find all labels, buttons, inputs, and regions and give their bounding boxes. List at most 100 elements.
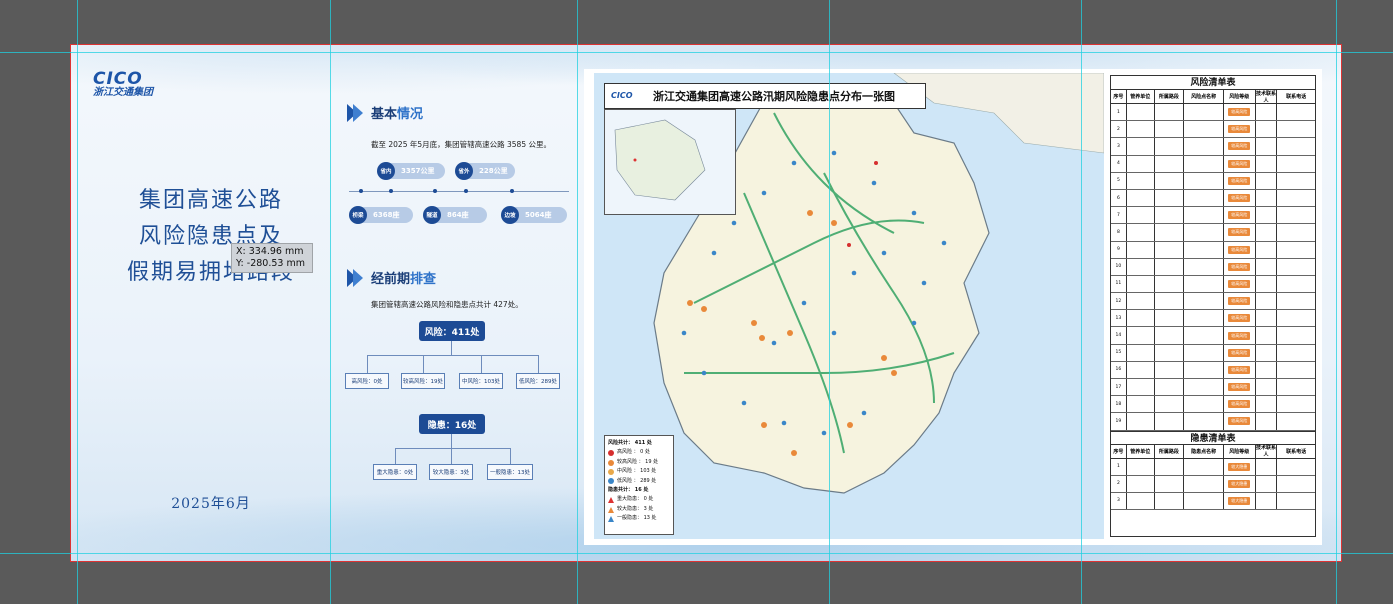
guide-line-vertical[interactable] [77,0,78,604]
table-row[interactable]: 11 较高风险 [1111,275,1315,294]
table-row[interactable]: 5 较高风险 [1111,172,1315,190]
section-heading-survey[interactable]: 经前期排查 [347,268,436,287]
stat-value: 228公里 [479,167,508,175]
guide-line-vertical[interactable] [1336,0,1337,604]
table-header-cell: 技术联系人 [1255,444,1278,459]
risk-level-box[interactable]: 中风险：103处 [459,373,503,389]
stat-icon: 边坡 [501,206,519,224]
table-row[interactable]: 1 较大隐患 [1111,458,1315,476]
row-number: 8 [1111,224,1127,241]
table-cell [1127,293,1155,310]
table-cell [1277,476,1315,492]
table-row[interactable]: 4 较高风险 [1111,155,1315,173]
table-cell [1155,224,1185,241]
artboard[interactable]: CICO 浙江交通集团 集团高速公路 风险隐患点及 假期易拥堵路段 X: 334… [70,44,1342,562]
risk-table-header: 序号 管养单位 所属路段 风险点名称 风险等级 技术联系人 联系电话 [1111,90,1315,104]
table-row[interactable]: 17 较高风险 [1111,379,1315,397]
level-cell: 较高风险 [1224,344,1256,361]
risk-tables[interactable]: 风险清单表 序号 管养单位 所属路段 风险点名称 风险等级 技术联系人 联系电话… [1110,75,1316,537]
row-number: 2 [1111,121,1127,138]
table-header-cell: 所属路段 [1155,444,1185,458]
table-cell [1256,327,1278,344]
survey-paragraph[interactable]: 集团管辖高速公路风险和隐患点共计 427处。 [371,299,523,310]
guide-line-horizontal[interactable] [0,553,1393,554]
table-row[interactable]: 3 较大隐患 [1111,492,1315,510]
risk-level-box[interactable]: 低风险：289处 [516,373,560,389]
hazard-level-box[interactable]: 一般隐患：13处 [487,464,533,480]
risk-total-box[interactable]: 风险：411处 [419,321,485,341]
timeline-dot [359,189,363,193]
table-row[interactable]: 13 较高风险 [1111,310,1315,328]
company-logo: CICO 浙江交通集团 [93,71,173,99]
level-cell: 较高风险 [1224,293,1256,310]
table-cell [1184,275,1224,293]
row-number: 7 [1111,207,1127,224]
risk-map-card[interactable]: CICO 浙江交通集团高速公路汛期风险隐患点分布一张图 风险共计： 411 处 … [584,69,1322,545]
row-number: 19 [1111,413,1127,430]
risk-level-box[interactable]: 高风险：0处 [345,373,389,389]
table-row[interactable]: 18 较高风险 [1111,396,1315,414]
table-cell [1155,293,1185,310]
level-badge: 较高风险 [1228,331,1251,340]
hazard-level-box[interactable]: 较大隐患：3处 [429,464,473,480]
table-cell [1155,361,1185,378]
table-row[interactable]: 7 较高风险 [1111,207,1315,225]
guide-line-vertical[interactable] [829,0,830,604]
table-row[interactable]: 1 较高风险 [1111,104,1315,122]
table-header-cell: 所属路段 [1155,90,1185,103]
table-row[interactable]: 3 较高风险 [1111,138,1315,156]
table-cell [1256,475,1278,492]
table-row[interactable]: 9 较高风险 [1111,241,1315,259]
cover-title[interactable]: 集团高速公路 风险隐患点及 假期易拥堵路段 [101,183,321,291]
risk-level-box[interactable]: 较高风险：19处 [401,373,445,389]
map-canvas[interactable]: CICO 浙江交通集团高速公路汛期风险隐患点分布一张图 风险共计： 411 处 … [594,73,1104,539]
table-row[interactable]: 10 较高风险 [1111,258,1315,276]
table-row[interactable]: 6 较高风险 [1111,189,1315,208]
table-cell [1277,396,1315,412]
level-badge: 较高风险 [1228,211,1251,220]
table-row[interactable]: 12 较高风险 [1111,293,1315,311]
hazard-level-box[interactable]: 重大隐患：0处 [373,464,417,480]
row-number: 10 [1111,258,1127,275]
level-badge: 较高风险 [1228,417,1251,426]
cover-date[interactable]: 2025年6月 [131,493,291,513]
guide-line-vertical[interactable] [330,0,331,604]
table-cell [1277,138,1315,154]
row-number: 2 [1111,475,1127,492]
table-row[interactable]: 2 较高风险 [1111,121,1315,139]
guide-line-vertical[interactable] [1081,0,1082,604]
basic-paragraph[interactable]: 截至 2025 年5月底，集团管辖高速公路 3585 公里。 [371,139,551,150]
table-row[interactable]: 14 较高风险 [1111,327,1315,345]
section-heading-basic[interactable]: 基本情况 [347,103,423,122]
table-cell [1277,242,1315,258]
table-row[interactable]: 15 较高风险 [1111,344,1315,362]
table-row[interactable]: 19 较高风险 [1111,413,1315,431]
row-number: 11 [1111,275,1127,293]
stat-pill: 隧道 864座 [423,206,487,224]
hazard-total-box[interactable]: 隐患：16处 [419,414,485,434]
legend-hazard-title: 隐患共计： 16 处 [608,487,649,494]
table-cell [1127,361,1155,378]
stat-value: 3357公里 [401,167,435,175]
level-badge: 较高风险 [1228,297,1251,306]
level-cell: 较高风险 [1224,379,1256,396]
stat-icon: 隧道 [423,206,441,224]
table-row[interactable]: 2 较大隐患 [1111,475,1315,493]
table-header-cell: 隐患点名称 [1184,444,1224,458]
connector-line [451,448,452,464]
table-cell [1155,241,1185,258]
table-cell [1184,104,1224,121]
level-cell: 较高风险 [1224,361,1256,378]
table-row[interactable]: 8 较高风险 [1111,224,1315,242]
heading-part: 经前期 [371,272,411,287]
stat-pill: 省外 228公里 [455,162,515,180]
table-cell [1127,310,1155,327]
table-cell [1277,173,1315,189]
table-cell [1127,155,1155,172]
level-cell: 较高风险 [1224,138,1256,155]
guide-line-horizontal[interactable] [0,52,1393,53]
table-row[interactable]: 16 较高风险 [1111,361,1315,379]
row-number: 6 [1111,189,1127,207]
legend-label: 较高风险 ： 19 处 [617,458,659,465]
guide-line-vertical[interactable] [577,0,578,604]
